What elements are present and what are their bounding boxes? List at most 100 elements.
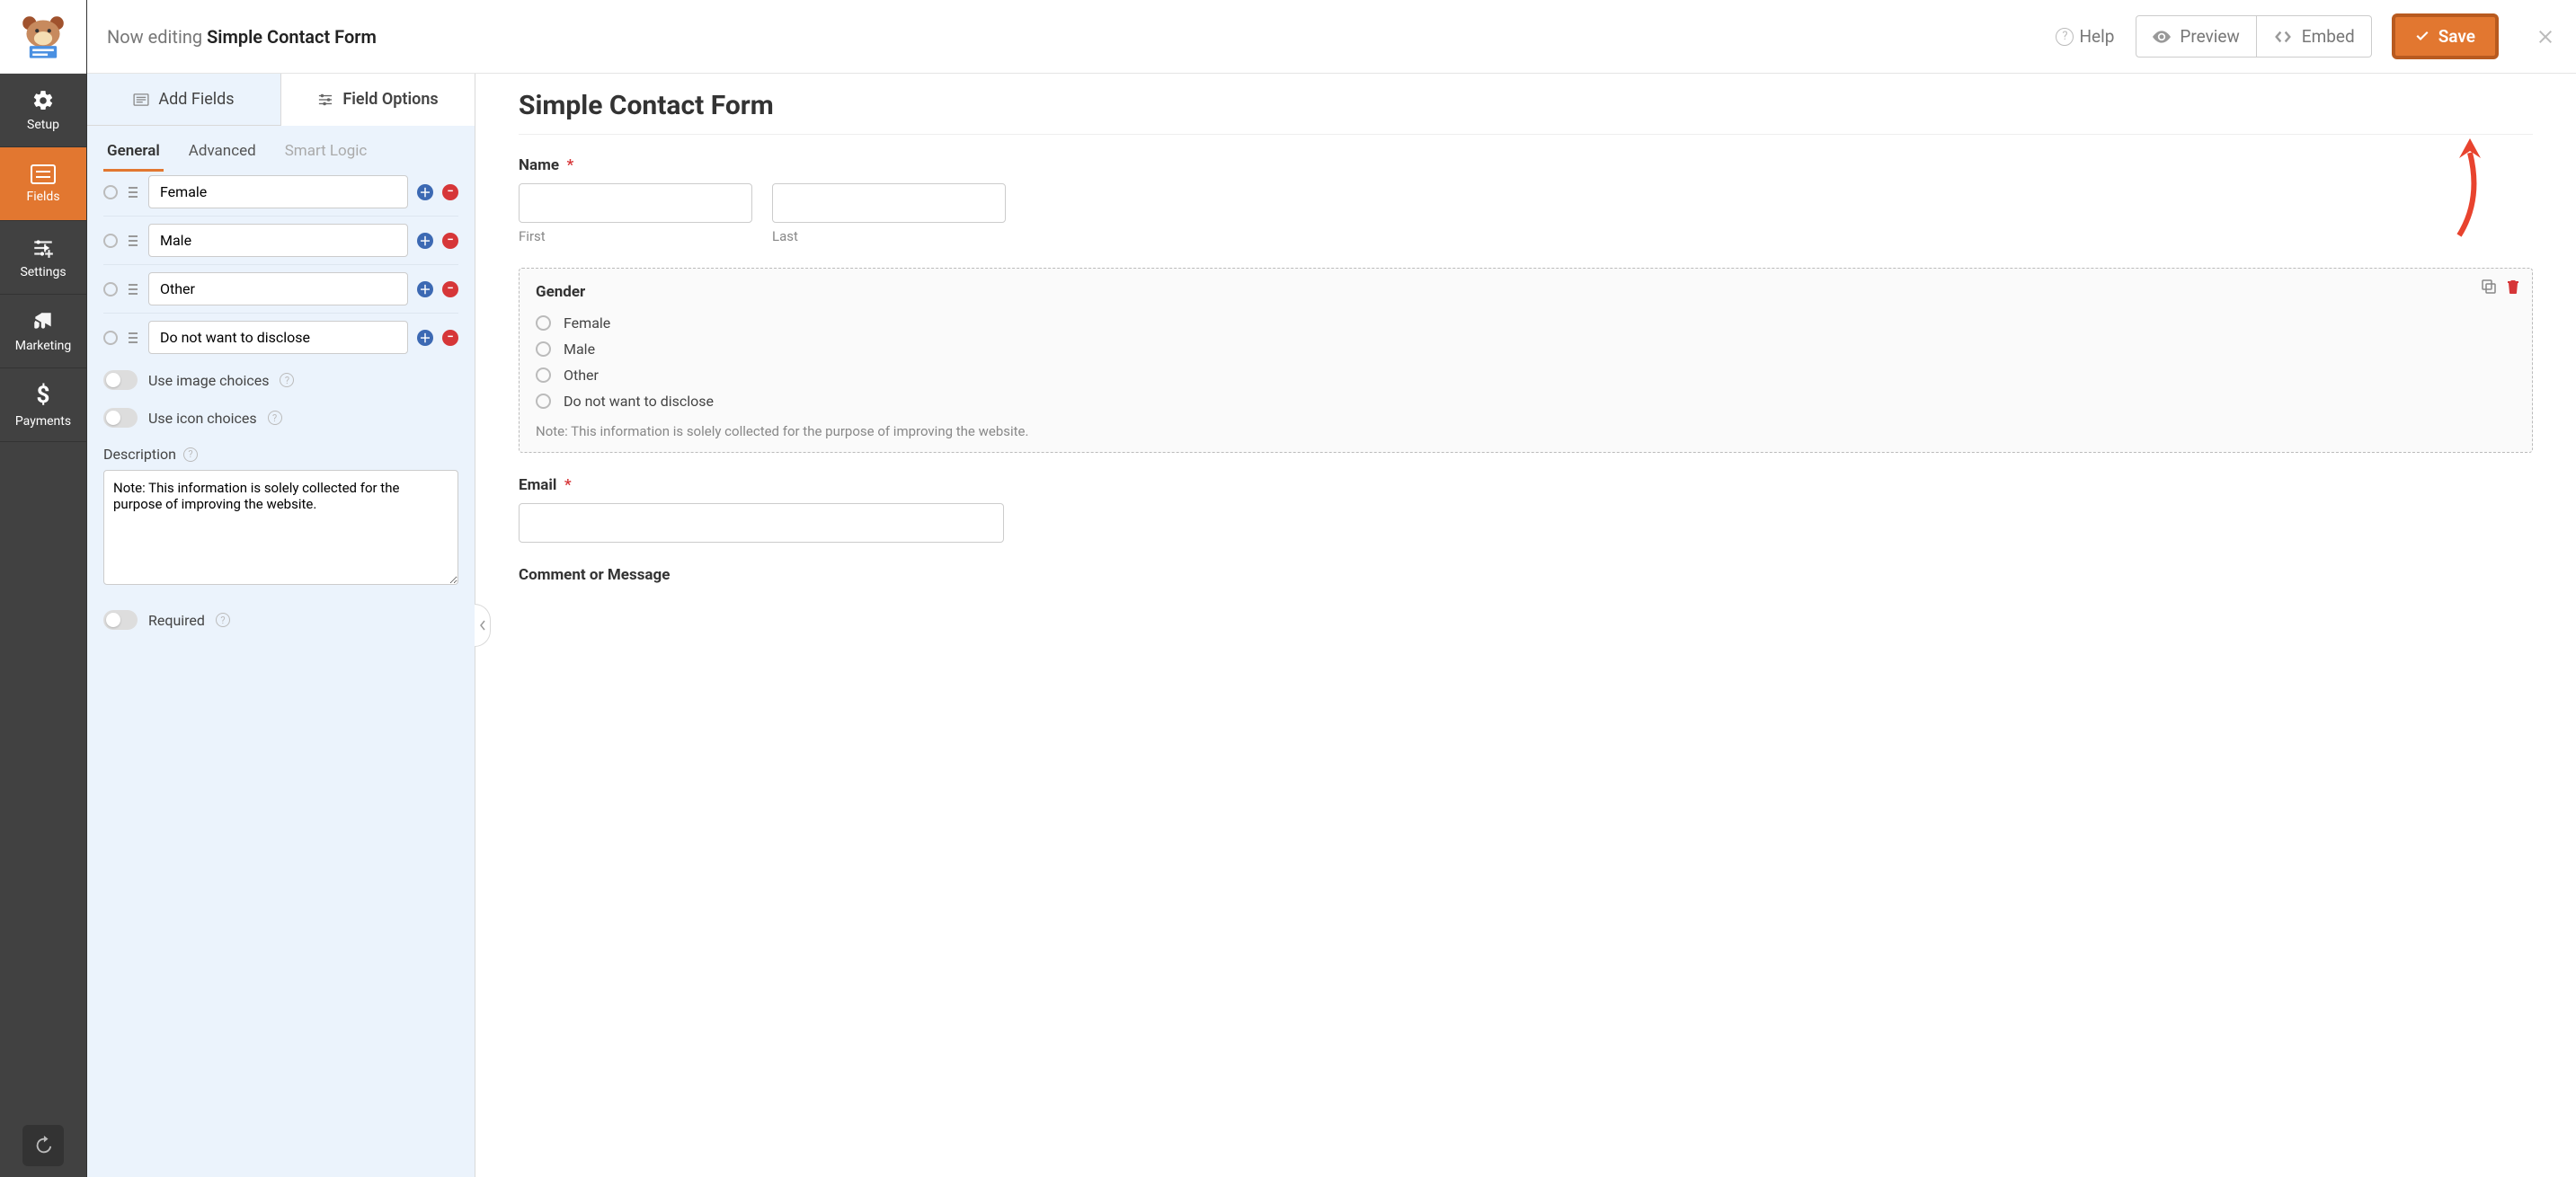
choice-input[interactable] xyxy=(148,272,408,305)
editing-label: Now editing Simple Contact Form xyxy=(107,26,377,48)
choice-input[interactable] xyxy=(148,175,408,208)
remove-choice-button[interactable]: − xyxy=(442,330,458,346)
bullhorn-icon xyxy=(31,310,55,333)
left-rail: Setup Fields Settings Marketing $ Paymen… xyxy=(0,0,87,1177)
choice-input[interactable] xyxy=(148,224,408,257)
icon-choices-toggle[interactable] xyxy=(103,408,138,428)
drag-handle-icon[interactable] xyxy=(127,331,139,345)
radio-icon xyxy=(536,394,551,409)
drag-handle-icon[interactable] xyxy=(127,185,139,199)
radio-icon xyxy=(536,367,551,383)
form-preview: Simple Contact Form Name * First Last xyxy=(475,74,2576,1177)
gender-description: Note: This information is solely collect… xyxy=(536,423,2516,439)
first-name-input[interactable] xyxy=(519,183,752,223)
last-name-input[interactable] xyxy=(772,183,1006,223)
radio-default-icon[interactable] xyxy=(103,185,118,199)
required-toggle[interactable] xyxy=(103,610,138,630)
radio-default-icon[interactable] xyxy=(103,234,118,248)
choice-row: ＋ − xyxy=(103,175,458,217)
check-icon xyxy=(2415,31,2429,43)
rail-payments[interactable]: $ Payments xyxy=(0,368,86,442)
gear-icon xyxy=(31,89,55,112)
email-label: Email * xyxy=(519,476,2533,494)
icon-choices-label: Use icon choices xyxy=(148,410,257,427)
remove-choice-button[interactable]: − xyxy=(442,281,458,297)
description-textarea[interactable] xyxy=(103,470,458,585)
help-tooltip-icon[interactable]: ? xyxy=(183,447,198,462)
dollar-icon: $ xyxy=(37,382,50,409)
duplicate-field-button[interactable] xyxy=(2482,279,2496,294)
remove-choice-button[interactable]: − xyxy=(442,233,458,249)
rail-label: Payments xyxy=(15,414,71,429)
add-choice-button[interactable]: ＋ xyxy=(417,281,433,297)
bear-logo-icon xyxy=(19,13,67,61)
field-options-panel: Add Fields Field Options General Advance… xyxy=(87,74,475,1177)
delete-field-button[interactable] xyxy=(2507,279,2519,294)
add-choice-button[interactable]: ＋ xyxy=(417,233,433,249)
rail-label: Marketing xyxy=(15,339,72,353)
required-label: Required xyxy=(148,612,205,629)
code-icon xyxy=(2273,30,2293,44)
tab-add-fields[interactable]: Add Fields xyxy=(87,74,281,126)
preview-button[interactable]: Preview xyxy=(2136,15,2256,58)
embed-button[interactable]: Embed xyxy=(2257,15,2372,58)
image-choices-label: Use image choices xyxy=(148,372,269,389)
rail-marketing[interactable]: Marketing xyxy=(0,295,86,368)
help-tooltip-icon[interactable]: ? xyxy=(216,613,230,627)
choice-input[interactable] xyxy=(148,321,408,354)
divider xyxy=(519,134,2533,135)
radio-option[interactable]: Do not want to disclose xyxy=(536,388,2516,414)
radio-default-icon[interactable] xyxy=(103,331,118,345)
help-icon: ? xyxy=(2056,28,2074,46)
add-choice-button[interactable]: ＋ xyxy=(417,184,433,200)
choice-row: ＋ − xyxy=(103,314,458,361)
duplicate-icon xyxy=(2482,279,2496,294)
rail-label: Settings xyxy=(20,265,66,279)
subtab-general[interactable]: General xyxy=(103,137,164,172)
help-link[interactable]: ? Help xyxy=(2056,26,2114,47)
last-sublabel: Last xyxy=(772,228,1006,244)
radio-default-icon[interactable] xyxy=(103,282,118,296)
trash-icon xyxy=(2507,279,2519,294)
form-icon xyxy=(31,164,56,184)
choice-row: ＋ − xyxy=(103,217,458,265)
radio-option[interactable]: Other xyxy=(536,362,2516,388)
history-icon xyxy=(33,1136,53,1155)
close-icon xyxy=(2535,26,2556,48)
undo-history-button[interactable] xyxy=(22,1125,64,1166)
drag-handle-icon[interactable] xyxy=(127,282,139,296)
sliders-icon xyxy=(31,236,55,260)
radio-icon xyxy=(536,341,551,357)
logo[interactable] xyxy=(0,0,86,74)
add-fields-icon xyxy=(133,93,149,106)
topbar: Now editing Simple Contact Form ? Help P… xyxy=(87,0,2576,74)
help-tooltip-icon[interactable]: ? xyxy=(280,373,294,387)
radio-option[interactable]: Male xyxy=(536,336,2516,362)
name-label: Name * xyxy=(519,156,2533,174)
rail-fields[interactable]: Fields xyxy=(0,147,86,221)
subtab-smart-logic[interactable]: Smart Logic xyxy=(281,137,371,172)
subtab-advanced[interactable]: Advanced xyxy=(185,137,260,172)
rail-setup[interactable]: Setup xyxy=(0,74,86,147)
image-choices-toggle[interactable] xyxy=(103,370,138,390)
first-sublabel: First xyxy=(519,228,752,244)
radio-option[interactable]: Female xyxy=(536,310,2516,336)
add-choice-button[interactable]: ＋ xyxy=(417,330,433,346)
drag-handle-icon[interactable] xyxy=(127,234,139,248)
comment-label: Comment or Message xyxy=(519,566,2533,584)
description-label: Description xyxy=(103,446,176,463)
tab-field-options[interactable]: Field Options xyxy=(281,74,475,126)
help-tooltip-icon[interactable]: ? xyxy=(268,411,282,425)
close-button[interactable] xyxy=(2535,26,2556,48)
rail-settings[interactable]: Settings xyxy=(0,221,86,295)
gender-label: Gender xyxy=(536,283,2516,301)
eye-icon xyxy=(2153,31,2171,43)
remove-choice-button[interactable]: − xyxy=(442,184,458,200)
email-input[interactable] xyxy=(519,503,1004,543)
rail-label: Fields xyxy=(26,190,59,204)
save-button[interactable]: Save xyxy=(2392,13,2499,59)
form-name: Simple Contact Form xyxy=(207,26,377,48)
gender-field-selected[interactable]: Gender Female Male Other Do not want to … xyxy=(519,268,2533,453)
chevron-left-icon xyxy=(479,620,486,631)
radio-icon xyxy=(536,315,551,331)
